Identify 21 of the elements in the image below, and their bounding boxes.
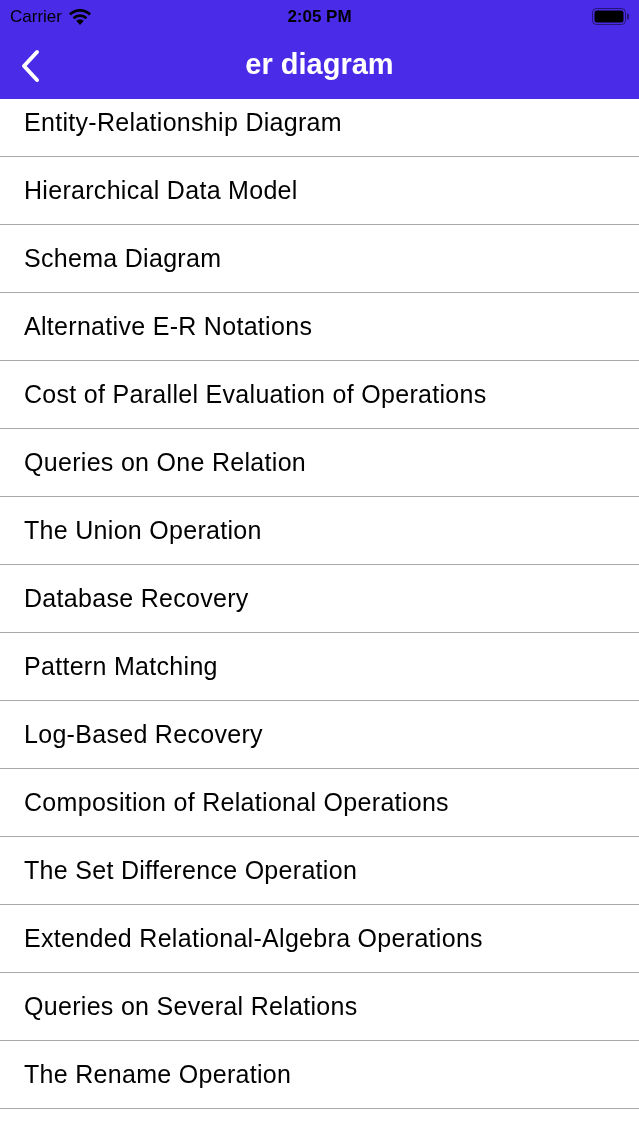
list-row[interactable]: Alternative E-R Notations: [0, 293, 639, 361]
list-row[interactable]: The Union Operation: [0, 497, 639, 565]
list-row[interactable]: Entity-Relationship Diagram: [0, 99, 639, 157]
list-row[interactable]: Queries on One Relation: [0, 429, 639, 497]
list-row[interactable]: Queries on Several Relations: [0, 973, 639, 1041]
list-row[interactable]: The Rename Operation: [0, 1041, 639, 1109]
list-row[interactable]: Composition of Relational Operations: [0, 769, 639, 837]
list-row[interactable]: Database Recovery: [0, 565, 639, 633]
battery-icon: [592, 8, 629, 25]
list-row[interactable]: Log-Based Recovery: [0, 701, 639, 769]
list-row[interactable]: Extended Relational-Algebra Operations: [0, 905, 639, 973]
status-time: 2:05 PM: [287, 8, 352, 25]
list-row[interactable]: Schema Diagram: [0, 225, 639, 293]
list-row[interactable]: Cost of Parallel Evaluation of Operations: [0, 361, 639, 429]
screen-title: er diagram: [245, 50, 394, 82]
list-row[interactable]: Hierarchical Data Model: [0, 157, 639, 225]
back-chevron-icon: [20, 49, 40, 83]
list-row[interactable]: The Set Difference Operation: [0, 837, 639, 905]
list-row[interactable]: Pattern Matching: [0, 633, 639, 701]
carrier-label: Carrier: [10, 8, 62, 25]
wifi-icon: [68, 8, 91, 25]
